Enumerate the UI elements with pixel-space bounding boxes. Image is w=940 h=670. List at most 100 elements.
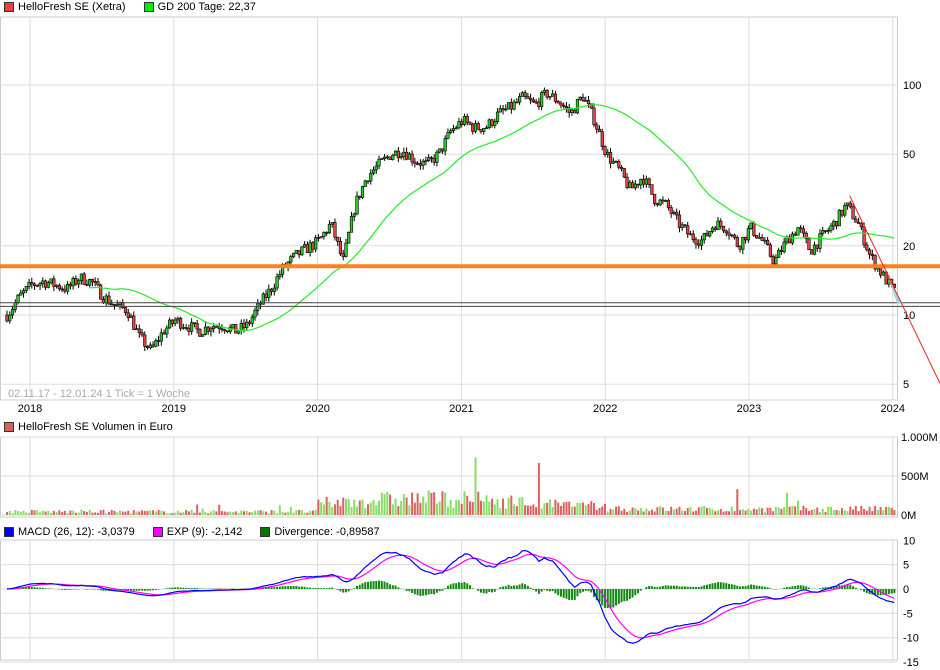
divergence-bar bbox=[653, 586, 656, 589]
volume-bar bbox=[231, 511, 234, 515]
volume-bar bbox=[251, 511, 254, 515]
volume-bar bbox=[33, 510, 36, 515]
macd-tick-label: 5 bbox=[903, 560, 909, 572]
candle bbox=[735, 237, 739, 247]
divergence-bar bbox=[573, 589, 576, 601]
volume-bar bbox=[85, 511, 88, 515]
x-tick-label: 2019 bbox=[162, 403, 186, 415]
volume-bar bbox=[590, 501, 593, 515]
candle bbox=[8, 314, 12, 322]
divergence-bar bbox=[587, 589, 590, 592]
volume-bar bbox=[667, 510, 670, 515]
candle bbox=[385, 156, 389, 159]
candle bbox=[112, 304, 117, 306]
candle bbox=[308, 242, 312, 253]
candle bbox=[143, 334, 147, 347]
volume-bar bbox=[656, 507, 659, 515]
volume-bar bbox=[507, 497, 510, 515]
gd200-line bbox=[89, 104, 895, 332]
divergence-bar bbox=[380, 580, 383, 589]
divergence-bar bbox=[394, 585, 397, 589]
volume-bar bbox=[504, 508, 507, 515]
divergence-bar bbox=[703, 585, 706, 589]
volume-bar bbox=[882, 510, 885, 515]
volume-bar bbox=[879, 507, 882, 515]
volume-bar bbox=[818, 511, 821, 515]
volume-bar bbox=[739, 510, 742, 515]
volume-bar bbox=[397, 506, 400, 515]
divergence-bar bbox=[568, 589, 571, 601]
candle bbox=[760, 237, 764, 241]
candle bbox=[264, 293, 268, 299]
volume-bar bbox=[386, 491, 389, 515]
candle bbox=[879, 267, 883, 276]
volume-bar bbox=[19, 511, 22, 515]
candle bbox=[639, 178, 643, 186]
divergence-bar bbox=[717, 582, 720, 589]
divergence-bar bbox=[488, 589, 491, 592]
volume-bar bbox=[670, 506, 673, 515]
volume-bar bbox=[485, 495, 488, 515]
candle bbox=[267, 288, 271, 299]
candle bbox=[151, 344, 155, 347]
divergence-bar bbox=[157, 589, 160, 590]
candle bbox=[418, 163, 422, 166]
volume-bar bbox=[187, 511, 190, 515]
candle bbox=[606, 152, 610, 155]
volume-bar bbox=[220, 510, 223, 515]
volume-bar bbox=[174, 512, 177, 515]
volume-bar bbox=[623, 508, 626, 515]
divergence-bar bbox=[389, 584, 392, 589]
candle bbox=[19, 292, 23, 296]
candle bbox=[294, 250, 298, 254]
volume-bar bbox=[491, 498, 494, 515]
divergence-bar bbox=[438, 589, 441, 592]
candle bbox=[779, 249, 784, 252]
candle bbox=[619, 166, 624, 169]
volume-tick-label: 500M bbox=[901, 471, 929, 483]
candle bbox=[316, 237, 321, 239]
legend-gd200: GD 200 Tage: 22,37 bbox=[157, 1, 256, 13]
volume-bar bbox=[28, 513, 31, 515]
divergence-bar bbox=[615, 589, 618, 606]
candle bbox=[859, 223, 863, 228]
volume-bar bbox=[226, 512, 229, 515]
candle bbox=[327, 223, 332, 234]
volume-bar bbox=[74, 512, 77, 515]
divergence-bar bbox=[758, 585, 761, 589]
candle bbox=[471, 123, 475, 132]
candle bbox=[300, 246, 304, 256]
divergence-bar bbox=[683, 586, 686, 589]
divergence-bar bbox=[375, 581, 378, 589]
volume-bar bbox=[364, 508, 367, 515]
divergence-bar bbox=[482, 589, 485, 594]
candle bbox=[493, 121, 497, 126]
volume-bar bbox=[375, 505, 378, 515]
volume-bar bbox=[347, 499, 350, 515]
volume-bar bbox=[336, 499, 339, 515]
candle bbox=[608, 152, 613, 164]
candle bbox=[584, 100, 588, 102]
divergence-bar bbox=[441, 589, 444, 591]
volume-bar bbox=[36, 510, 39, 515]
divergence-bar bbox=[529, 587, 532, 589]
x-tick-label: 2021 bbox=[449, 403, 473, 415]
candle bbox=[523, 92, 527, 97]
candle bbox=[793, 233, 797, 236]
volume-bar bbox=[229, 511, 232, 515]
divergence-bar bbox=[670, 585, 673, 589]
divergence-bar bbox=[391, 585, 394, 589]
candle bbox=[556, 101, 560, 104]
divergence-bar bbox=[190, 588, 193, 589]
candle bbox=[225, 330, 230, 333]
volume-bar bbox=[91, 512, 94, 515]
candle bbox=[517, 96, 522, 103]
candle bbox=[173, 319, 177, 324]
divergence-bar bbox=[502, 586, 505, 589]
volume-bar bbox=[816, 507, 819, 515]
candle bbox=[396, 150, 400, 159]
candle bbox=[479, 129, 483, 132]
divergence-bar bbox=[535, 589, 538, 592]
candle bbox=[234, 323, 238, 334]
x-tick-label: 2020 bbox=[305, 403, 329, 415]
